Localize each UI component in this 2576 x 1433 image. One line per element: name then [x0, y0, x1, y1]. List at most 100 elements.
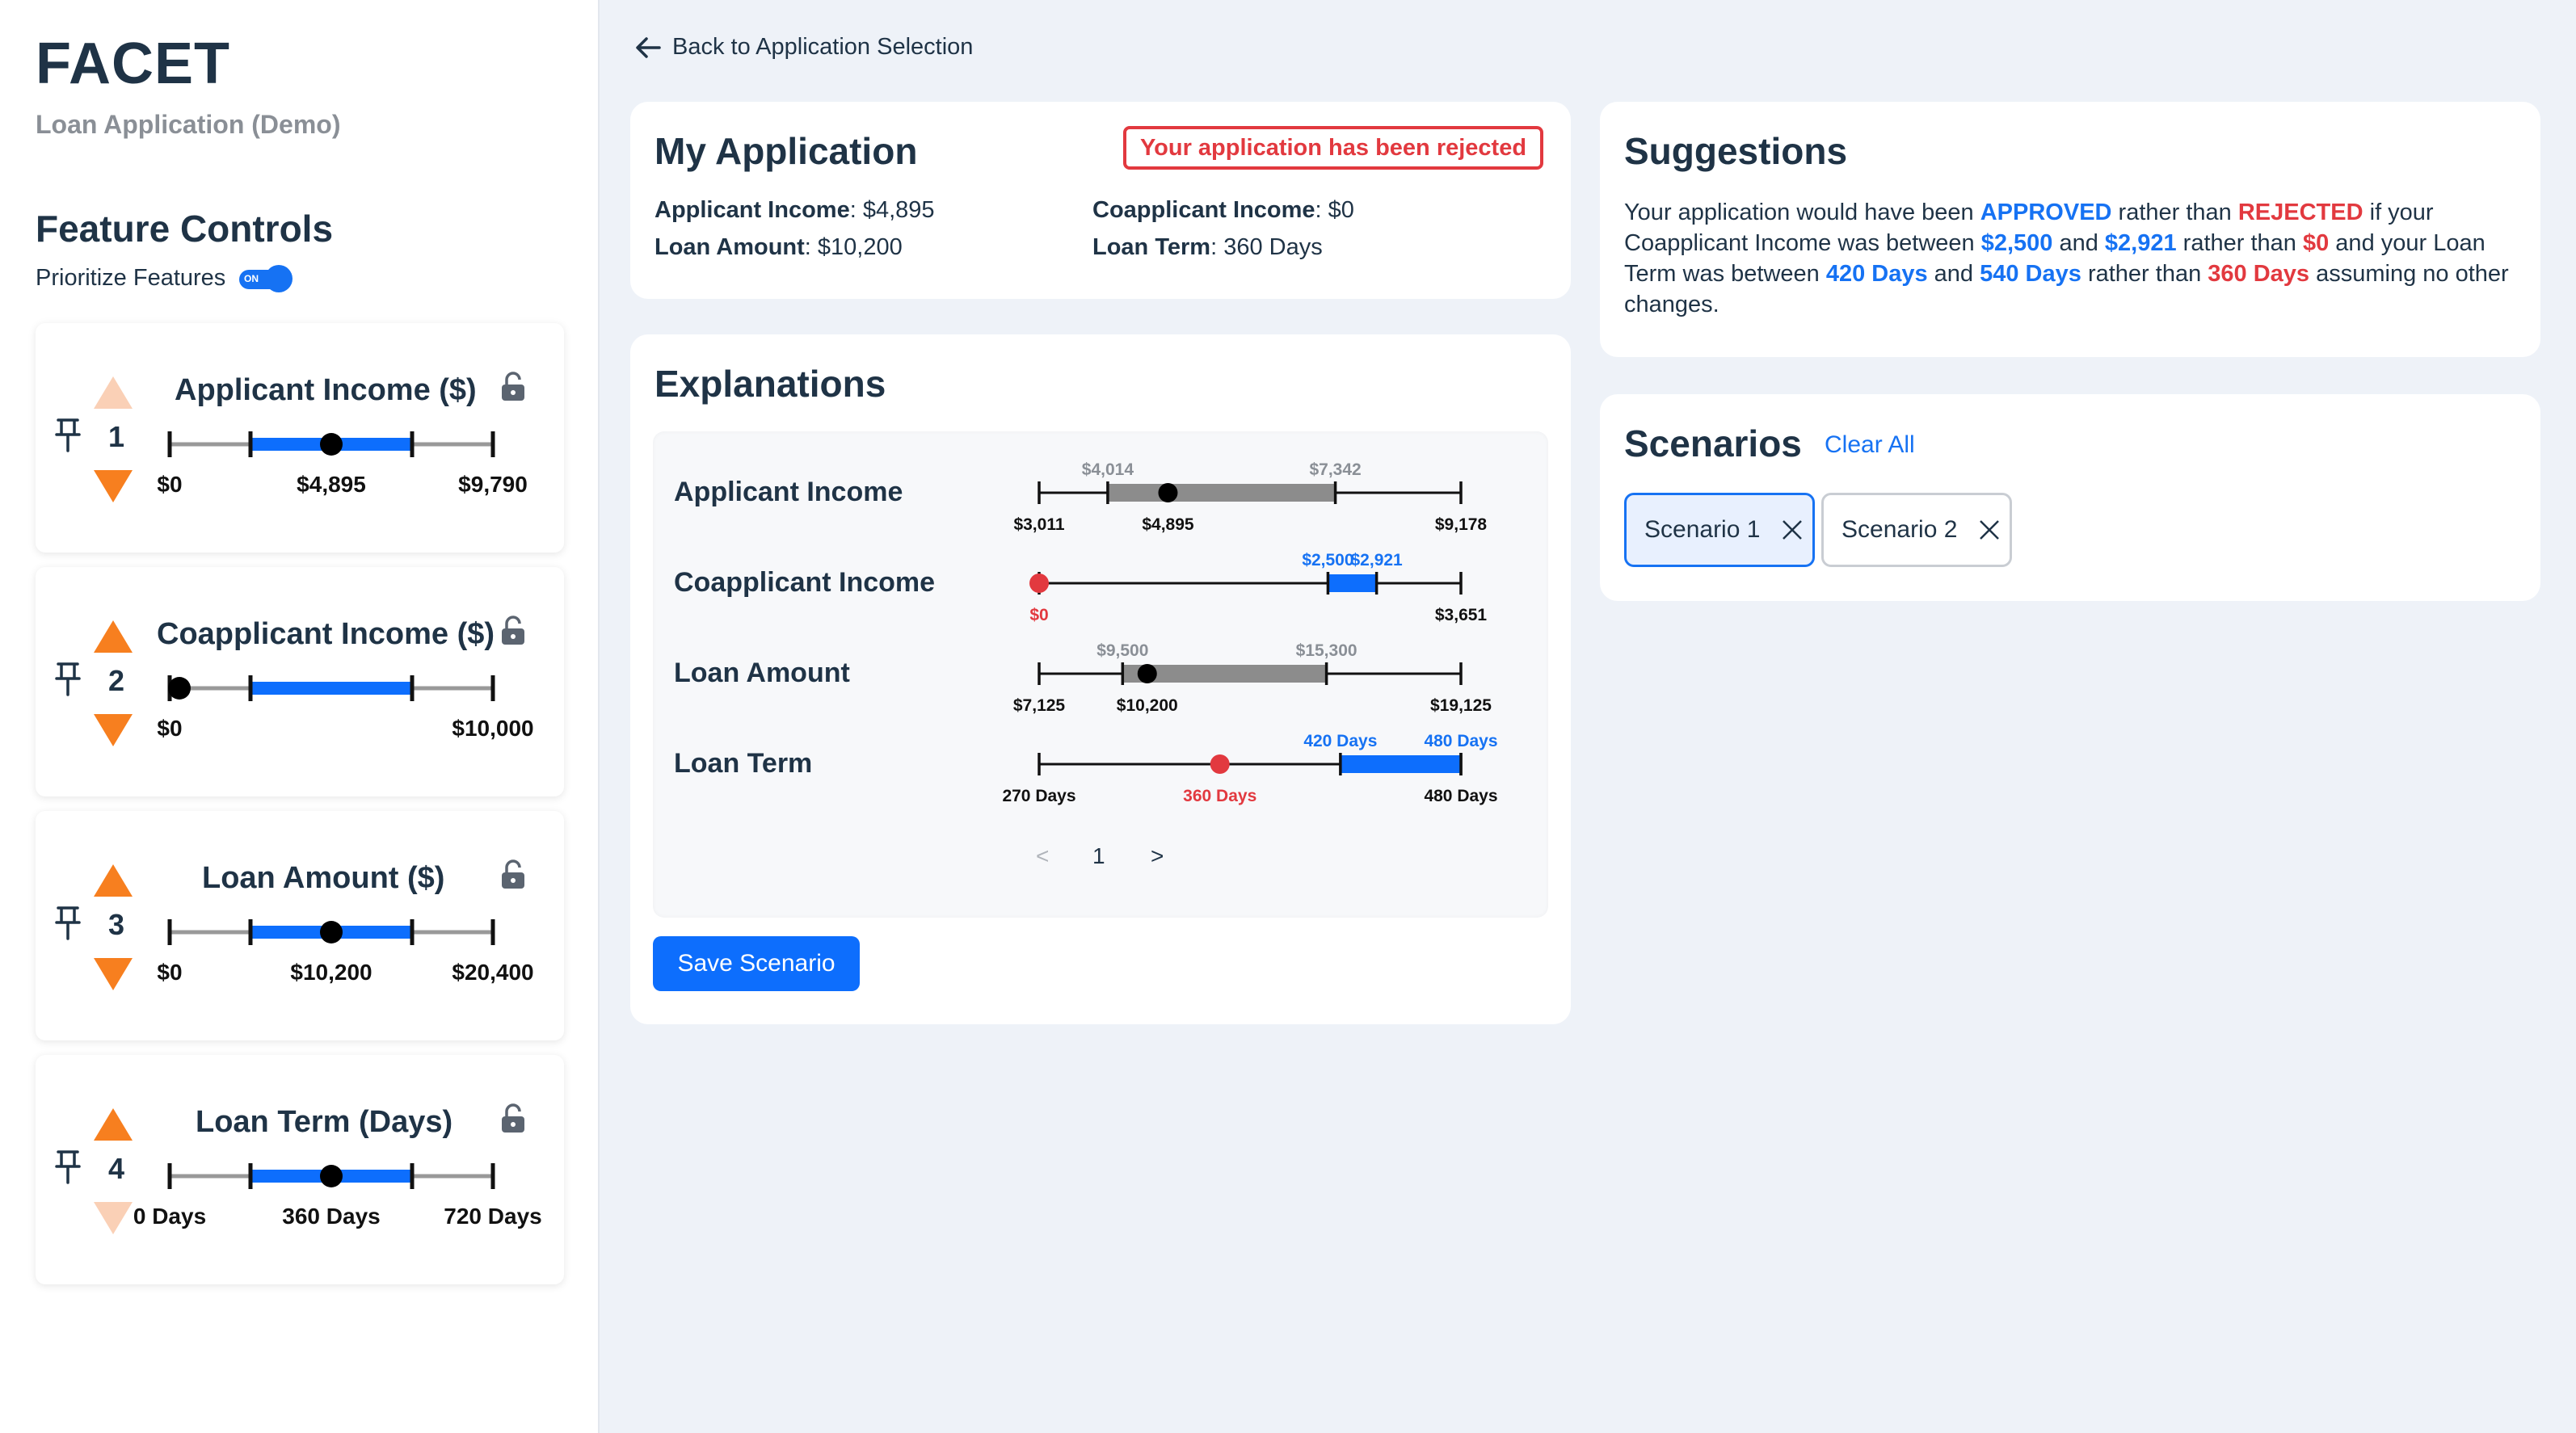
suggestion-text-part: and	[2052, 230, 2105, 256]
current-value-label: $0	[1029, 606, 1048, 624]
explanation-row-label: Loan Amount	[674, 658, 850, 688]
feature-slider[interactable]	[165, 428, 498, 460]
status-badge: Your application has been rejected	[1123, 126, 1543, 170]
slider-max-label: $10,000	[452, 716, 534, 741]
toggle-knob	[265, 265, 293, 292]
explanation-row-label: Loan Term	[674, 748, 813, 779]
slider-handle[interactable]	[320, 433, 343, 456]
pager-next[interactable]: >	[1151, 843, 1164, 869]
slider-handle[interactable]	[320, 921, 343, 943]
scenarios-title: Scenarios	[1624, 422, 1802, 464]
prioritize-features-label: Prioritize Features	[36, 265, 226, 291]
slider-min-label: $0	[157, 716, 183, 741]
current-value-label: $10,200	[1117, 696, 1178, 715]
pager-page[interactable]: 1	[1092, 843, 1105, 869]
my-application-card: My Application Your application has been…	[630, 102, 1571, 299]
priority-up-icon[interactable]	[94, 620, 133, 653]
rejected-term: REJECTED	[2237, 200, 2363, 225]
current-value-marker	[1158, 483, 1178, 502]
range-high-label: $7,342	[1309, 460, 1361, 479]
feature-slider[interactable]	[165, 916, 498, 948]
loan-term-low: 420 Days	[1825, 261, 1928, 287]
suggestion-text: Your application would have been APPROVE…	[1624, 197, 2521, 320]
save-scenario-button[interactable]: Save Scenario	[653, 936, 860, 991]
coapplicant-income-low: $2,500	[1980, 230, 2053, 256]
slider-value-label: 360 Days	[282, 1204, 381, 1229]
axis-max-label: $19,125	[1430, 696, 1492, 715]
close-icon[interactable]	[1978, 519, 2001, 541]
suggestions-card: Suggestions Your application would have …	[1600, 102, 2540, 357]
explanations-panel: $4,014 $7,342 $3,011 $9,178 $4,895 $2,500 $2,9…	[653, 431, 1548, 918]
close-icon[interactable]	[1781, 519, 1804, 541]
explanations-card: Explanations $4,014 $7,342 $3,011 $9,178 $4,…	[630, 334, 1571, 1024]
feature-title: Loan Term (Days)	[196, 1105, 453, 1139]
brand-logo: FACET	[36, 32, 231, 96]
slider-handle[interactable]	[168, 677, 191, 700]
current-value-marker	[1029, 574, 1049, 593]
loan-term-high: 540 Days	[1980, 261, 2081, 287]
pin-icon[interactable]	[52, 417, 84, 452]
feature-title: Loan Amount ($)	[202, 861, 445, 895]
slider-min-label: $0	[157, 960, 183, 985]
suggestion-text-part: rather than	[2111, 200, 2238, 225]
feature-rank: 2	[107, 664, 125, 697]
feature-slider[interactable]	[165, 1160, 498, 1192]
scenario-chip[interactable]: Scenario 1	[1624, 493, 1815, 567]
prioritize-toggle[interactable]: ON	[239, 265, 296, 292]
axis-max-label: $3,651	[1435, 606, 1488, 624]
approved-term: APPROVED	[1980, 200, 2112, 225]
suggestions-title: Suggestions	[1624, 130, 1848, 172]
feature-slider[interactable]	[165, 672, 498, 704]
app-subtitle: Loan Application (Demo)	[36, 110, 341, 139]
clear-all-link[interactable]: Clear All	[1825, 431, 1915, 459]
sidebar: FACET Loan Application (Demo) Feature Co…	[0, 0, 600, 1433]
scenario-chip-label: Scenario 1	[1644, 516, 1761, 543]
back-link-label: Back to Application Selection	[672, 34, 974, 60]
feature-card: 1 Applicant Income ($) $0 $4,895 $9,790	[36, 323, 564, 553]
pin-icon[interactable]	[52, 1149, 84, 1184]
suggestion-text-part: rather than	[2176, 230, 2303, 256]
range-low-label: $2,500	[1302, 551, 1353, 569]
feature-rank: 4	[107, 1152, 125, 1185]
priority-down-icon[interactable]	[94, 470, 133, 502]
applicant-income-value: : $4,895	[849, 197, 935, 223]
scenario-chip[interactable]: Scenario 2	[1821, 493, 2012, 567]
explanations-title: Explanations	[655, 363, 886, 405]
priority-down-icon[interactable]	[94, 714, 133, 746]
unlock-icon[interactable]	[499, 1103, 527, 1134]
axis-min-label: $7,125	[1013, 696, 1066, 715]
coapplicant-income-current: $0	[2302, 230, 2330, 256]
priority-down-icon	[94, 1202, 133, 1234]
back-link[interactable]: Back to Application Selection	[635, 34, 973, 61]
current-value-marker	[1137, 664, 1157, 683]
unlock-icon[interactable]	[499, 616, 527, 646]
feature-card: 3 Loan Amount ($) $0 $10,200 $20,400	[36, 811, 564, 1040]
unlock-icon[interactable]	[499, 372, 527, 402]
pin-icon[interactable]	[52, 661, 84, 696]
priority-up-icon[interactable]	[94, 1108, 133, 1141]
axis-min-label: $3,011	[1013, 515, 1064, 534]
explanation-row-label: Applicant Income	[674, 477, 903, 507]
range-high-label: 480 Days	[1424, 732, 1497, 750]
explanation-row-label: Coapplicant Income	[674, 567, 936, 598]
slider-min-label: $0	[157, 472, 183, 497]
range-high-label: $2,921	[1351, 551, 1404, 569]
pin-icon[interactable]	[52, 905, 84, 940]
suggested-range-bar	[1328, 574, 1377, 592]
unlock-icon[interactable]	[499, 859, 527, 890]
loan-term-current: 360 Days	[2208, 261, 2310, 287]
priority-down-icon[interactable]	[94, 958, 133, 990]
range-low-label: $9,500	[1096, 641, 1148, 660]
coapplicant-income-value: : $0	[1315, 197, 1354, 223]
toggle-on-text: ON	[244, 273, 259, 284]
slider-handle[interactable]	[320, 1165, 343, 1187]
scenario-chip-label: Scenario 2	[1842, 516, 1958, 543]
slider-value-label: $4,895	[297, 472, 366, 497]
priority-up-icon[interactable]	[94, 864, 133, 897]
priority-up-icon	[94, 376, 133, 409]
slider-max-label: 720 Days	[444, 1204, 542, 1229]
loan-term-label: Loan Term	[1092, 234, 1211, 260]
scenarios-card: Scenarios Clear All Scenario 1 Scenario …	[1600, 394, 2540, 601]
pager-prev[interactable]: <	[1036, 843, 1049, 869]
current-value-marker	[1210, 754, 1230, 774]
